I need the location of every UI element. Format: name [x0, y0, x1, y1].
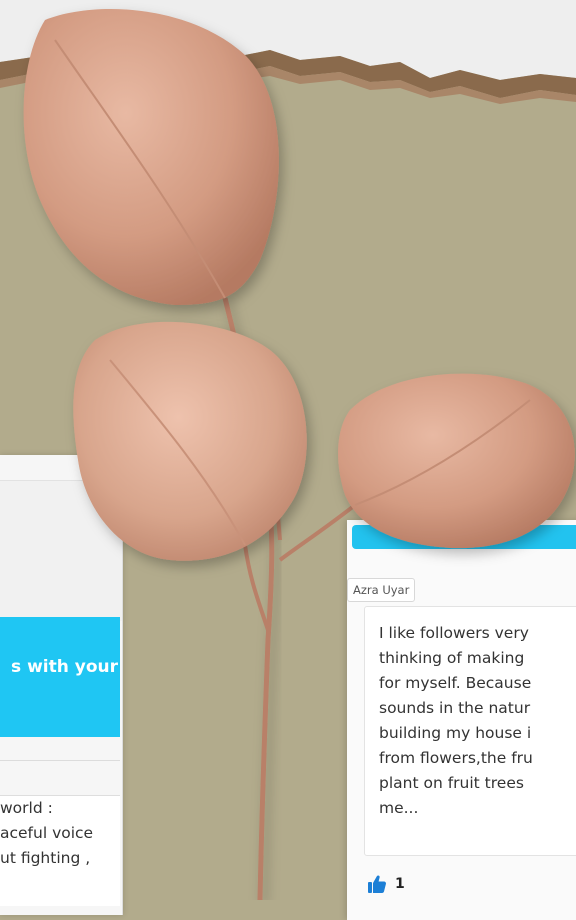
left-story-line: ut fighting , — [0, 849, 91, 867]
left-story-line: aceful voice — [0, 824, 94, 842]
right-story-line: for myself. Because — [379, 674, 532, 692]
author-name-tag: Azra Uyar — [347, 578, 416, 602]
like-count: 1 — [395, 876, 405, 892]
right-story-line: I like followers very — [379, 624, 529, 642]
thumbs-up-icon[interactable] — [367, 874, 387, 894]
left-story-line: world : — [0, 799, 53, 817]
right-card-banner[interactable] — [352, 525, 576, 549]
left-card-divider — [0, 760, 120, 761]
right-story-text: I like followers very thinking of making… — [364, 606, 576, 856]
torn-paper-decoration — [0, 0, 576, 104]
right-story-line: sounds in the natur — [379, 699, 531, 717]
right-story-line: plant on fruit trees — [379, 774, 524, 792]
right-story-line: thinking of making — [379, 649, 525, 667]
right-story-line: from flowers,the fru — [379, 749, 533, 767]
left-banner-text: s with your — [11, 657, 118, 677]
right-story-line: me... — [379, 799, 419, 817]
left-card-banner[interactable]: s with your — [0, 617, 120, 737]
left-story-text: world : aceful voice ut fighting , — [0, 795, 120, 906]
like-row: 1 — [367, 872, 405, 896]
left-card-header-area — [0, 480, 122, 621]
right-story-line: building my house i — [379, 724, 532, 742]
